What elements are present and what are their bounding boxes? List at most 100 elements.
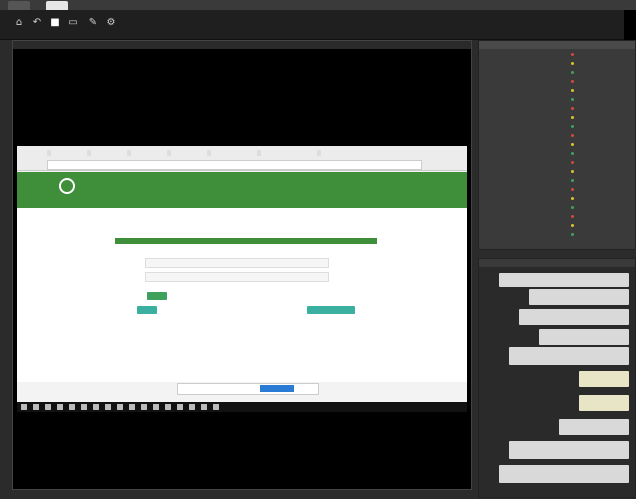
participant-item[interactable] — [569, 179, 574, 186]
address-row — [17, 159, 467, 170]
participant-item[interactable] — [569, 116, 574, 123]
chat-message — [579, 371, 629, 387]
back-icon[interactable]: ↶ — [30, 16, 44, 30]
window-top-bar — [0, 0, 636, 10]
participant-item[interactable] — [569, 233, 574, 240]
notification-toast — [177, 383, 319, 395]
participant-item[interactable] — [569, 206, 574, 213]
bookmark-item[interactable] — [47, 150, 51, 156]
taskbar-app-icon[interactable] — [141, 404, 147, 410]
participant-item[interactable] — [569, 188, 574, 195]
taskbar-app-icon[interactable] — [105, 404, 111, 410]
register-button[interactable] — [307, 306, 355, 314]
chat-message — [559, 419, 629, 435]
site-logo-icon — [59, 178, 75, 194]
home-icon[interactable]: ⌂ — [12, 16, 26, 30]
bookmark-item[interactable] — [127, 150, 131, 156]
taskbar-app-icon[interactable] — [57, 404, 63, 410]
bookmark-item[interactable] — [167, 150, 171, 156]
status-dot-icon — [571, 224, 574, 227]
login-button[interactable] — [147, 292, 167, 300]
taskbar-app-icon[interactable] — [177, 404, 183, 410]
participant-item[interactable] — [569, 161, 574, 168]
participant-item[interactable] — [569, 107, 574, 114]
taskbar-app-icon[interactable] — [165, 404, 171, 410]
chat-message — [499, 273, 629, 287]
participant-item[interactable] — [569, 89, 574, 96]
participants-header — [479, 41, 635, 49]
bookmark-item[interactable] — [317, 150, 321, 156]
participant-item[interactable] — [569, 80, 574, 87]
chat-message — [499, 465, 629, 483]
taskbar-app-icon[interactable] — [69, 404, 75, 410]
participant-item[interactable] — [569, 152, 574, 159]
taskbar-app-icon[interactable] — [189, 404, 195, 410]
taskbar-app-icon[interactable] — [213, 404, 219, 410]
remote-taskbar — [17, 402, 467, 412]
settings-icon[interactable]: ⚙ — [104, 16, 118, 30]
status-dot-icon — [571, 143, 574, 146]
login-form — [17, 222, 467, 382]
stop-icon[interactable]: ■ — [48, 16, 62, 30]
participant-item[interactable] — [569, 125, 574, 132]
toast-button[interactable] — [260, 385, 294, 392]
taskbar-app-icon[interactable] — [93, 404, 99, 410]
chat-message — [509, 347, 629, 365]
status-dot-icon — [571, 161, 574, 164]
participant-item[interactable] — [569, 143, 574, 150]
chat-message — [519, 309, 629, 325]
chat-message — [529, 289, 629, 305]
status-dot-icon — [571, 80, 574, 83]
participant-item[interactable] — [569, 170, 574, 177]
participants-panel — [478, 40, 636, 250]
status-dot-icon — [571, 170, 574, 173]
taskbar-app-icon[interactable] — [117, 404, 123, 410]
bookmark-item[interactable] — [257, 150, 261, 156]
participant-item[interactable] — [569, 215, 574, 222]
url-field[interactable] — [47, 160, 422, 170]
participant-item[interactable] — [569, 53, 574, 60]
status-dot-icon — [571, 233, 574, 236]
start-icon[interactable] — [21, 404, 27, 410]
status-dot-icon — [571, 134, 574, 137]
chat-message — [509, 441, 629, 459]
forgot-button[interactable] — [137, 306, 157, 314]
taskbar-app-icon[interactable] — [129, 404, 135, 410]
form-title-bar — [115, 238, 377, 244]
shared-screen[interactable] — [17, 146, 467, 402]
status-dot-icon — [571, 206, 574, 209]
participant-item[interactable] — [569, 62, 574, 69]
taskbar-app-icon[interactable] — [201, 404, 207, 410]
participant-item[interactable] — [569, 98, 574, 105]
participant-item[interactable] — [569, 224, 574, 231]
taskbar-app-icon[interactable] — [81, 404, 87, 410]
video-panel-header — [13, 41, 471, 49]
username-field[interactable] — [145, 258, 329, 268]
status-dot-icon — [571, 215, 574, 218]
chat-header — [479, 259, 635, 267]
participant-item[interactable] — [569, 71, 574, 78]
tab-active[interactable] — [46, 1, 68, 10]
taskbar-app-icon[interactable] — [33, 404, 39, 410]
bookmark-item[interactable] — [207, 150, 211, 156]
status-dot-icon — [571, 71, 574, 74]
resize-icon[interactable]: ▭ — [66, 16, 80, 30]
pen-icon[interactable]: ✎ — [86, 16, 100, 30]
toolbar-edge — [624, 10, 636, 40]
remote-video-panel — [12, 40, 472, 490]
site-nav — [17, 208, 467, 223]
chat-panel — [478, 258, 636, 498]
status-dot-icon — [571, 197, 574, 200]
participant-item[interactable] — [569, 197, 574, 204]
status-dot-icon — [571, 53, 574, 56]
bookmark-item[interactable] — [87, 150, 91, 156]
site-header — [17, 172, 467, 208]
participant-item[interactable] — [569, 134, 574, 141]
taskbar-app-icon[interactable] — [45, 404, 51, 410]
chat-message — [539, 329, 629, 345]
status-dot-icon — [571, 62, 574, 65]
status-dot-icon — [571, 125, 574, 128]
tab-inactive[interactable] — [8, 1, 30, 10]
taskbar-app-icon[interactable] — [153, 404, 159, 410]
password-field[interactable] — [145, 272, 329, 282]
